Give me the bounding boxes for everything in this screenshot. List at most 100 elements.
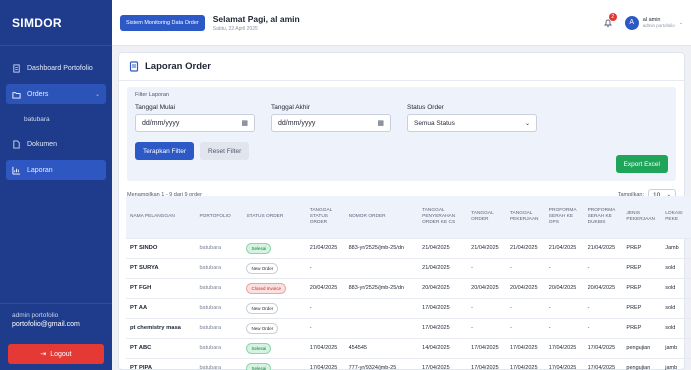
customer-name-cell: PT PIPA [130, 365, 153, 370]
column-header: JENIS PEKERJAAN [626, 210, 655, 222]
status-select[interactable]: Semua Status ⌄ [407, 114, 537, 132]
table-cell: 17/04/2025 [587, 345, 616, 351]
table-cell: pengujian [626, 365, 651, 370]
table-row[interactable]: PT SURYA batubara New Order - 21/04/2025 - - - -… [126, 258, 691, 278]
table-cell: 17/04/2025 [309, 345, 338, 351]
sidebar: SIMDOR Dashboard Portofolio Orders ⌄ bat… [0, 0, 112, 370]
table-cell: 777-yr/9324/jmb-25 [348, 365, 397, 370]
folder-icon [12, 90, 21, 99]
table-cell: PREP [626, 245, 642, 251]
user-menu[interactable]: al amin admin portofolio [643, 17, 675, 28]
table-cell: 17/04/2025 [422, 325, 450, 331]
reset-filter-button[interactable]: Reset Filter [200, 142, 250, 160]
logout-button[interactable]: ⇥ Logout [8, 344, 104, 364]
table-cell: batubara [199, 345, 222, 351]
table-cell: 20/04/2025 [509, 285, 538, 291]
table-cell: batubara [199, 245, 222, 251]
table-cell: 17/04/2025 [587, 365, 616, 370]
column-header: TANGGAL PEKERJAAN [509, 210, 539, 222]
table-cell: sold [665, 305, 676, 311]
table-row[interactable]: PT FGH batubara Closed Invoice 20/04/2025 88… [126, 278, 691, 298]
filter-section-label: Filter Laporan [135, 92, 169, 98]
start-date-input[interactable]: dd/mm/yyyy ▦ [135, 114, 255, 132]
table-cell: PREP [626, 305, 642, 311]
greeting-block: Selamat Pagi, al amin Sabtu, 22 April 20… [213, 14, 300, 32]
sidebar-item-dokumen[interactable]: Dokumen [6, 134, 106, 154]
table-cell: 17/04/2025 [422, 365, 450, 370]
table-row[interactable]: PT AA batubara New Order - 17/04/2025 - - - - PRE… [126, 298, 691, 318]
sidebar-subitem-batubara[interactable]: batubara [0, 110, 112, 128]
apply-filter-button[interactable]: Terapkan Filter [135, 142, 194, 160]
notification-button[interactable]: 2 [601, 12, 617, 30]
table-cell: 17/04/2025 [509, 365, 538, 370]
table-cell: 21/04/2025 [509, 245, 538, 251]
status-badge: New Order [246, 322, 279, 334]
table-cell: - [471, 305, 474, 311]
sidebar-user-name: admin portofolio [12, 312, 59, 319]
column-header: PORTOFOLIO [199, 213, 231, 219]
table-cell: 21/04/2025 [471, 245, 499, 251]
table-cell: PREP [626, 285, 642, 291]
document-icon [12, 63, 21, 73]
avatar[interactable]: A [624, 15, 639, 30]
customer-name-cell: PT SINDO [130, 245, 158, 251]
start-date-value: dd/mm/yyyy [142, 119, 180, 127]
status-cell: New Order [242, 318, 305, 338]
sidebar-user-email: portofolio@gmail.com [12, 321, 80, 328]
table-cell: 17/04/2025 [548, 365, 577, 370]
notification-count-badge: 2 [608, 12, 617, 21]
logout-label: Logout [50, 350, 72, 358]
table-row[interactable]: PT ABC batubara Selesai 17/04/2025 454545 14/… [126, 338, 691, 358]
column-header: PROFORMA SERAH KE DUKBIS [587, 207, 616, 225]
export-excel-button[interactable]: Export Excel [615, 155, 668, 173]
table-cell: 17/04/2025 [471, 365, 499, 370]
table-cell: - [471, 325, 474, 331]
calendar-icon[interactable]: ▦ [241, 119, 248, 127]
chevron-down-icon[interactable]: ⌄ [679, 20, 683, 26]
table-cell: 883-yr/2525/jmb-25/dn [348, 245, 404, 251]
column-header: LOKASI PEKE [665, 210, 683, 222]
sidebar-item-laporan[interactable]: Laporan [6, 160, 106, 180]
app-badge[interactable]: Sistem Monitoring Data Order [120, 14, 205, 31]
table-cell: batubara [199, 365, 222, 370]
end-date-input[interactable]: dd/mm/yyyy ▦ [271, 114, 391, 132]
table-cell: 883-yr/2525/jmb-25/dn [348, 285, 404, 291]
column-header: TANGGAL ORDER [471, 210, 494, 222]
sidebar-item-orders[interactable]: Orders ⌄ [6, 84, 106, 104]
status-cell: Selesai [242, 338, 305, 358]
table-cell: - [548, 265, 551, 271]
document-icon [129, 61, 139, 72]
customer-name-cell: pt chemistry masa [130, 325, 181, 331]
table-cell [345, 258, 419, 278]
table-row[interactable]: PT PIPA batubara Selesai 17/04/2025 777-yr/9… [126, 358, 691, 370]
sidebar-item-dashboard[interactable]: Dashboard Portofolio [6, 58, 106, 78]
table-row[interactable]: pt chemistry masa batubara New Order - 17/04… [126, 318, 691, 338]
table-cell: - [509, 325, 512, 331]
table-cell: - [509, 265, 512, 271]
end-date-group: Tanggal Akhir dd/mm/yyyy ▦ [271, 104, 391, 132]
table-cell: sold [665, 325, 676, 331]
topbar-right: 2 A al amin admin portofolio ⌄ [601, 12, 683, 30]
table-cell: 20/04/2025 [471, 285, 499, 291]
column-header: TANGGAL PENYERAHAN ORDER KE CS [422, 207, 456, 225]
column-header: PROFORMA SERAH KE OPS [548, 207, 577, 225]
filter-panel: Filter Laporan Tanggal Mulai dd/mm/yyyy … [127, 87, 676, 181]
sidebar-user-info: admin portofolio portofolio@gmail.com [0, 303, 112, 336]
table-cell: 21/04/2025 [309, 245, 338, 251]
table-cell: Jamb [665, 245, 679, 251]
status-cell: Selesai [242, 358, 305, 370]
status-badge: New Order [246, 262, 279, 274]
table-cell: 21/04/2025 [422, 265, 450, 271]
sidebar-nav: Dashboard Portofolio Orders ⌄ batubara D… [0, 58, 112, 180]
logout-icon: ⇥ [40, 351, 47, 358]
chevron-down-icon: ⌄ [94, 91, 100, 98]
calendar-icon[interactable]: ▦ [377, 119, 384, 127]
column-header: TANGGAL STATUS ORDER [309, 207, 333, 225]
table-cell: - [309, 305, 312, 311]
status-badge: New Order [246, 302, 279, 314]
column-header: NOMOR ORDER [348, 213, 386, 219]
table-row[interactable]: PT SINDO batubara Selesai 21/04/2025 883-yr/… [126, 238, 691, 258]
sidebar-item-label: Dashboard Portofolio [27, 64, 93, 72]
start-date-group: Tanggal Mulai dd/mm/yyyy ▦ [135, 104, 255, 132]
status-badge: Selesai [246, 362, 272, 370]
